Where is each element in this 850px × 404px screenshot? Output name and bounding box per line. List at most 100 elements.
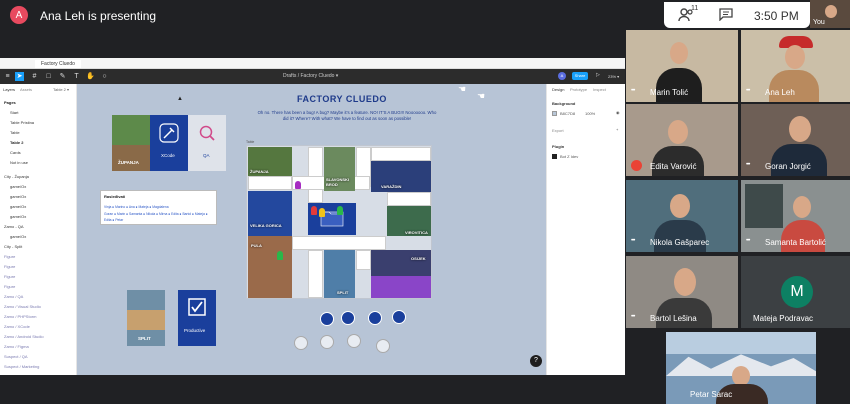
card-productive[interactable]: Productive bbox=[178, 290, 216, 346]
page-item[interactable]: Table Pristina bbox=[10, 120, 34, 125]
page-item-selected[interactable]: Table 2 bbox=[10, 140, 24, 145]
xcode-icon[interactable] bbox=[368, 311, 382, 325]
tile-zupanja[interactable]: ŽUPANJA bbox=[248, 147, 292, 176]
layer-item[interactable]: game/Ox bbox=[10, 194, 26, 199]
present-icon[interactable]: ▷ bbox=[596, 72, 600, 78]
tile-pula[interactable]: PULA bbox=[248, 236, 292, 298]
layer-item[interactable]: Figure bbox=[4, 254, 15, 259]
participant-tile[interactable]: ••• Bartol Lešina bbox=[626, 256, 738, 328]
more-options-icon[interactable]: ••• bbox=[631, 314, 635, 320]
share-button[interactable]: Share bbox=[572, 72, 588, 80]
bg-swatch[interactable] bbox=[552, 111, 557, 116]
zoom-level[interactable]: 23% ▾ bbox=[608, 74, 619, 79]
pawn-green[interactable] bbox=[337, 206, 343, 215]
eye-icon[interactable]: ◉ bbox=[616, 110, 620, 115]
tab-layers[interactable]: Layers bbox=[3, 87, 15, 92]
participant-tile[interactable]: M Mateja Podravac bbox=[741, 256, 850, 328]
layer-item[interactable]: game/Ox bbox=[10, 234, 26, 239]
layer-item[interactable]: Zamo / PHPStorm bbox=[4, 314, 36, 319]
layer-item[interactable]: Figure bbox=[4, 274, 15, 279]
participant-tile[interactable]: ••• Ana Leh bbox=[741, 30, 850, 102]
figma-user-avatar[interactable]: A bbox=[558, 72, 566, 80]
tool-icon[interactable] bbox=[347, 334, 361, 348]
participant-tile[interactable]: ••• Goran Jorgić bbox=[741, 104, 850, 176]
layer-item[interactable]: Zamo / QA bbox=[4, 294, 23, 299]
more-options-icon[interactable]: ••• bbox=[746, 238, 750, 244]
layer-item[interactable]: Figure bbox=[4, 264, 15, 269]
participant-tile[interactable]: Petar Sarac bbox=[666, 332, 816, 404]
add-icon[interactable]: + bbox=[616, 127, 618, 132]
pawn-green[interactable] bbox=[277, 251, 283, 260]
layer-item[interactable]: Suspect / Marketing bbox=[4, 364, 39, 369]
tool-icon[interactable] bbox=[294, 336, 308, 350]
layer-item[interactable]: game/Ox bbox=[10, 204, 26, 209]
hammer-icon[interactable] bbox=[341, 311, 355, 325]
figma-breadcrumb[interactable]: Drafts / Factory Cluedo ▾ bbox=[283, 73, 338, 79]
layer-item[interactable]: Zamo / Visual Studio bbox=[4, 304, 41, 309]
card-zupanja[interactable]: ŽUPANJA bbox=[112, 115, 150, 171]
frame-tool-icon[interactable]: # bbox=[30, 72, 39, 81]
layer-item[interactable]: Zamo / Android Studio bbox=[4, 334, 44, 339]
bug-icon[interactable] bbox=[392, 310, 406, 324]
check-icon[interactable] bbox=[320, 312, 334, 326]
layer-item[interactable]: Zamo / Figma bbox=[4, 344, 29, 349]
tab-prototype[interactable]: Prototype bbox=[570, 87, 587, 92]
figma-file-tab[interactable]: Factory Cluedo bbox=[35, 60, 81, 68]
tool-icon[interactable] bbox=[376, 339, 390, 353]
page-item[interactable]: Cards bbox=[10, 150, 21, 155]
layer-item[interactable]: Zamo / XCode bbox=[4, 324, 30, 329]
card-split[interactable]: SPLIT bbox=[127, 290, 165, 346]
comment-tool-icon[interactable]: ○ bbox=[100, 72, 109, 81]
hand-tool-icon[interactable]: ✋ bbox=[86, 72, 95, 81]
tab-inspect[interactable]: Inspect bbox=[593, 87, 606, 92]
tile-osijek[interactable]: OSIJEK bbox=[371, 250, 431, 298]
help-button[interactable]: ? bbox=[530, 355, 542, 367]
pawn-red[interactable] bbox=[311, 206, 317, 215]
card-qa[interactable]: QA bbox=[188, 115, 226, 171]
layer-item[interactable]: City - Split bbox=[4, 244, 22, 249]
bg-opacity[interactable]: 100% bbox=[585, 111, 595, 116]
participant-tile[interactable]: ••• Samanta Bartolić bbox=[741, 180, 850, 252]
page-item[interactable]: Table bbox=[10, 130, 20, 135]
chat-icon[interactable] bbox=[719, 8, 733, 21]
tile-varazdin[interactable]: VARAŽDIN bbox=[371, 161, 431, 192]
tile-virovitica[interactable]: VIROVITICA bbox=[387, 206, 431, 236]
page-item[interactable]: Not in use bbox=[10, 160, 28, 165]
move-tool-icon[interactable]: ➤ bbox=[15, 72, 24, 81]
pawn-yellow[interactable] bbox=[319, 208, 325, 217]
page-selector[interactable]: Table 2 ▾ bbox=[53, 87, 69, 92]
participant-tile[interactable]: Edita Varović bbox=[626, 104, 738, 176]
page-item[interactable]: Start bbox=[10, 110, 18, 115]
tab-design[interactable]: Design bbox=[552, 87, 564, 92]
figma-canvas[interactable]: FACTORY CLUEDO Oh no. There has been a b… bbox=[77, 84, 546, 375]
tile-slavonski-brod[interactable]: SLAVONSKI BROD bbox=[324, 147, 355, 191]
game-board[interactable]: ŽUPANJA SLAVONSKI BROD VARAŽDIN VELIKA G… bbox=[246, 145, 432, 299]
pawn-purple[interactable] bbox=[295, 181, 301, 189]
bg-hex[interactable]: B8C7D8 bbox=[560, 111, 575, 116]
tile-velika-gorica[interactable]: VELIKA GORICA bbox=[248, 191, 292, 236]
layer-item[interactable]: game/Ox bbox=[10, 214, 26, 219]
more-options-icon[interactable]: ••• bbox=[631, 238, 635, 244]
card-xcode[interactable]: XCode bbox=[150, 115, 188, 171]
layer-item[interactable]: Figure bbox=[4, 284, 15, 289]
more-options-icon[interactable]: ••• bbox=[746, 88, 750, 94]
shared-screen-figma: Factory Cluedo ≡ ➤ # □ ✎ T ✋ ○ Drafts / … bbox=[0, 58, 625, 375]
layer-item[interactable]: City - Županja bbox=[4, 174, 29, 179]
pen-tool-icon[interactable]: ✎ bbox=[58, 72, 67, 81]
layer-item[interactable]: Suspect / QA bbox=[4, 354, 28, 359]
tile-split[interactable]: SPLIT bbox=[324, 250, 355, 298]
participant-tile[interactable]: ••• Marin Tolić bbox=[626, 30, 738, 102]
suspects-note[interactable]: Rasleđivati Vinja ● Marino ● Ana ● Matej… bbox=[100, 190, 217, 225]
tool-icon[interactable] bbox=[320, 335, 334, 349]
export-label[interactable]: Export bbox=[552, 128, 564, 133]
layer-item[interactable]: Zamo - QA bbox=[4, 224, 24, 229]
figma-menu-icon[interactable]: ≡ bbox=[3, 72, 12, 81]
plugin-name[interactable]: Bot Z Idev bbox=[560, 154, 578, 159]
more-options-icon[interactable]: ••• bbox=[746, 162, 750, 168]
tab-assets[interactable]: Assets bbox=[20, 87, 32, 92]
layer-item[interactable]: game/Ox bbox=[10, 184, 26, 189]
participant-tile[interactable]: ••• Nikola Gašparec bbox=[626, 180, 738, 252]
more-options-icon[interactable]: ••• bbox=[631, 88, 635, 94]
text-tool-icon[interactable]: T bbox=[72, 72, 81, 81]
shape-tool-icon[interactable]: □ bbox=[44, 72, 53, 81]
